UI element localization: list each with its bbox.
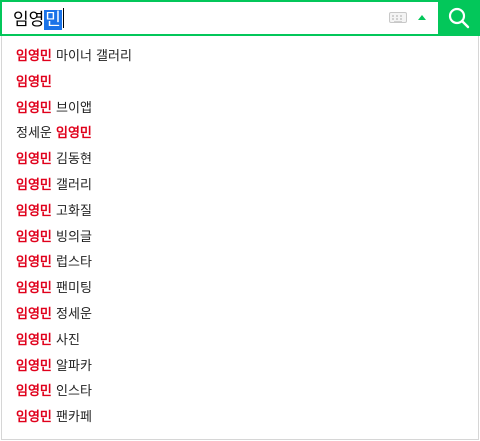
suggestion-item[interactable]: 임영민 인스타 (2, 379, 478, 405)
query-composing-char: 민 (44, 10, 62, 30)
suggestion-match: 임영민 (16, 255, 52, 271)
suggestion-match: 임영민 (16, 74, 52, 90)
suggestion-text: 빙의글 (51, 229, 92, 245)
suggestion-item[interactable]: 임영민 사진 (2, 328, 478, 354)
suggestion-item[interactable]: 임영민 빙의글 (2, 225, 478, 251)
suggestion-item[interactable]: 임영민 팬미팅 (2, 276, 478, 302)
suggestion-item[interactable]: 임영민 알파카 (2, 354, 478, 380)
suggestion-match: 임영민 (16, 49, 52, 64)
suggestion-text: 알파카 (51, 358, 92, 374)
suggestion-match: 임영민 (16, 152, 52, 168)
suggestion-match: 임영민 (16, 229, 52, 245)
suggestion-text: 정세운 (51, 306, 92, 322)
suggestion-match: 임영민 (16, 358, 52, 374)
suggestion-list: 임영민 마이너 갤러리 임영민 임영민 브이앱 정세운 임영민 임영민 김동현 임영민 갤… (2, 44, 478, 431)
search-bar: 임영민 (0, 0, 480, 36)
suggestion-text: 럽스타 (51, 255, 92, 271)
suggestion-item[interactable]: 임영민 정세운 (2, 302, 478, 328)
suggestion-item[interactable]: 임영민 (2, 70, 478, 96)
suggestion-text: 마이너 갤러리 (51, 49, 132, 64)
suggestion-item[interactable]: 임영민 럽스타 (2, 250, 478, 276)
triangle-up-icon[interactable] (418, 15, 426, 20)
suggestion-text: 팬카페 (51, 410, 92, 426)
magnifier-icon (448, 7, 470, 29)
suggestion-text: 브이앱 (51, 100, 92, 116)
suggestion-item[interactable]: 임영민 마이너 갤러리 (2, 44, 478, 70)
suggestion-item[interactable]: 임영민 김동현 (2, 147, 478, 173)
keyboard-icon[interactable] (389, 12, 407, 23)
suggestion-match: 임영민 (16, 177, 52, 193)
suggestion-text: 정세운 (16, 126, 57, 142)
suggestion-item[interactable]: 임영민 고화질 (2, 199, 478, 225)
suggestion-match: 임영민 (16, 281, 52, 297)
suggestion-match: 임영민 (16, 203, 52, 219)
suggestion-text: 팬미팅 (51, 281, 92, 297)
suggestion-match: 임영민 (16, 410, 52, 426)
suggestion-text: 사진 (51, 332, 80, 348)
suggestion-match: 임영민 (16, 384, 52, 400)
suggestion-match: 임영민 (16, 332, 52, 348)
suggestion-item[interactable]: 임영민 팬카페 (2, 405, 478, 431)
autocomplete-dropdown: 임영민 마이너 갤러리 임영민 임영민 브이앱 정세운 임영민 임영민 김동현 임영민 갤… (1, 36, 479, 440)
suggestion-text: 갤러리 (51, 177, 92, 193)
text-caret (62, 8, 64, 28)
suggestion-item[interactable]: 임영민 갤러리 (2, 173, 478, 199)
suggestion-text: 인스타 (51, 384, 92, 400)
suggestion-text: 김동현 (51, 152, 92, 168)
suggestion-match: 임영민 (56, 126, 92, 142)
search-button[interactable] (438, 0, 480, 36)
suggestion-text: 고화질 (51, 203, 92, 219)
search-input[interactable]: 임영민 (13, 8, 64, 31)
suggestion-item[interactable]: 임영민 브이앱 (2, 96, 478, 122)
suggestion-match: 임영민 (16, 100, 52, 116)
query-text: 임영 (13, 10, 45, 30)
suggestion-item[interactable]: 정세운 임영민 (2, 121, 478, 147)
suggestion-match: 임영민 (16, 306, 52, 322)
